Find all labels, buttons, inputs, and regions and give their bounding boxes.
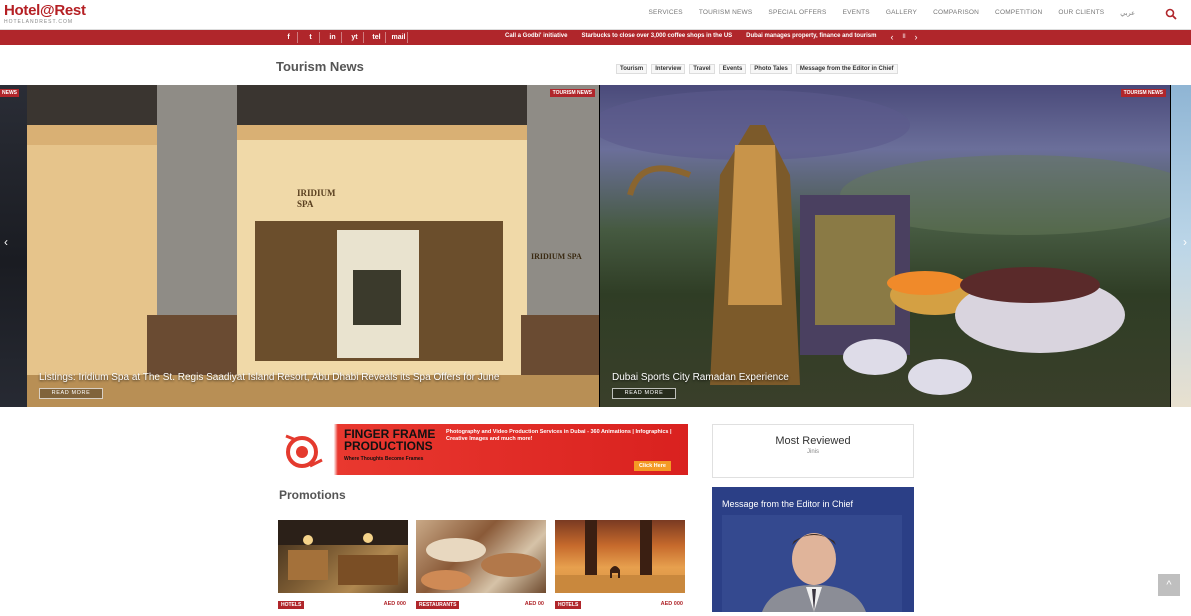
ticker-pause-icon[interactable]: II <box>900 31 908 43</box>
spa-photo <box>27 85 599 407</box>
slide-tag[interactable]: TOURISM NEWS <box>549 89 595 97</box>
tab-events[interactable]: Events <box>718 64 747 74</box>
slider-next-icon[interactable]: › <box>1183 235 1187 249</box>
promo-photo <box>421 538 541 590</box>
twitter-icon[interactable]: t <box>302 32 320 43</box>
promo-card[interactable] <box>278 520 408 593</box>
editor-portrait <box>722 515 902 612</box>
tab-tourism[interactable]: Tourism <box>616 64 648 74</box>
social-ticker-bar: f t in yt tel mail Call a Godbi' initiat… <box>0 30 1191 45</box>
tab-interview[interactable]: Interview <box>651 64 686 74</box>
logo-tagline: HOTELANDREST.COM <box>4 19 74 25</box>
ad-banner[interactable]: FINGER FRAME PRODUCTIONS Where Thoughts … <box>276 424 688 475</box>
ticker-prev-icon[interactable]: ‹ <box>888 31 896 43</box>
phone-icon[interactable]: tel <box>368 32 386 43</box>
tab-photo-tales[interactable]: Photo Tales <box>750 64 792 74</box>
slide-caption[interactable]: Listings: Iridium Spa at The St. Regis S… <box>39 372 499 383</box>
menu-item-gallery[interactable]: GALLERY <box>878 9 925 17</box>
promo-price: AED 000 <box>660 601 683 607</box>
promo-price: AED 000 <box>383 601 406 607</box>
slide-dubai-sports-city[interactable]: TOURISM NEWS Dubai Sports City Ramadan E… <box>600 85 1170 407</box>
menu-item-arabic[interactable]: عربي <box>1112 9 1143 17</box>
ad-description: Photography and Video Production Service… <box>446 429 672 442</box>
ticker-item[interactable]: Call a Godbi' initiative <box>505 33 567 39</box>
menu-item-special-offers[interactable]: SPECIAL OFFERS <box>760 9 834 17</box>
ticker-item[interactable]: Starbucks to close over 3,000 coffee sho… <box>581 33 732 39</box>
ad-title: FINGER FRAME PRODUCTIONS <box>344 427 436 453</box>
logo-text: Hotel@Rest <box>4 2 86 19</box>
slide-caption[interactable]: Dubai Sports City Ramadan Experience <box>612 372 789 383</box>
category-tabs: Tourism Interview Travel Events Photo Ta… <box>616 64 898 74</box>
most-reviewed-subtitle[interactable]: Jinis <box>713 449 913 455</box>
promo-footer: HOTELS AED 000 <box>278 599 408 611</box>
promo-tag[interactable]: RESTAURANTS <box>416 601 460 609</box>
camera-logo-icon <box>285 434 323 468</box>
menu-item-competition[interactable]: COMPETITION <box>987 9 1050 17</box>
tab-editor-message[interactable]: Message from the Editor in Chief <box>795 64 898 74</box>
site-logo[interactable]: Hotel@Rest HOTELANDREST.COM <box>4 3 94 27</box>
promo-photo <box>278 520 408 585</box>
menu-item-services[interactable]: SERVICES <box>640 9 690 17</box>
instagram-icon[interactable]: in <box>324 32 342 43</box>
slide-tag[interactable]: TOURISM NEWS <box>1120 89 1166 97</box>
most-reviewed-widget: Most Reviewed Jinis <box>712 424 914 478</box>
promo-tag[interactable]: HOTELS <box>555 601 582 609</box>
back-to-top-button[interactable]: ^ <box>1158 574 1180 596</box>
menu-item-tourism-news[interactable]: TOURISM NEWS <box>691 9 761 17</box>
slide-iridium-spa[interactable]: IRIDIUM SPA IRIDIUM SPA TOURISM NEWS Lis… <box>27 85 599 407</box>
promo-card[interactable] <box>555 520 685 593</box>
ticker-controls: ‹ II › <box>888 31 920 43</box>
most-reviewed-title: Most Reviewed <box>775 435 851 447</box>
slide-partial-left[interactable]: NEWS ‹ <box>0 85 27 407</box>
editor-message-widget[interactable]: Message from the Editor in Chief <box>712 487 914 612</box>
promo-photo <box>555 520 685 593</box>
top-navigation: Hotel@Rest HOTELANDREST.COM SERVICES TOU… <box>0 0 1191 30</box>
slider-prev-icon[interactable]: ‹ <box>4 235 8 249</box>
section-title: Tourism News <box>276 59 364 74</box>
ticker-item[interactable]: Dubai manages property, finance and tour… <box>746 33 876 39</box>
promo-footer: RESTAURANTS AED 00 <box>416 599 546 611</box>
facebook-icon[interactable]: f <box>280 32 298 43</box>
email-icon[interactable]: mail <box>390 32 408 43</box>
editor-photo <box>722 515 902 612</box>
spa-sign: IRIDIUM SPA <box>297 188 336 209</box>
youtube-icon[interactable]: yt <box>346 32 364 43</box>
read-more-button[interactable]: READ MORE <box>612 388 676 399</box>
ad-click-button[interactable]: Click Here <box>634 461 671 471</box>
promo-footer: HOTELS AED 000 <box>555 599 685 611</box>
promo-price: AED 00 <box>524 601 544 607</box>
search-icon[interactable] <box>1165 8 1177 20</box>
tab-travel[interactable]: Travel <box>689 64 715 74</box>
ad-subtitle: Where Thoughts Become Frames <box>344 456 424 462</box>
menu-item-our-clients[interactable]: OUR CLIENTS <box>1050 9 1112 17</box>
promotions-title: Promotions <box>279 488 346 502</box>
menu-item-comparison[interactable]: COMPARISON <box>925 9 987 17</box>
promo-card[interactable] <box>416 520 546 593</box>
social-links: f t in yt tel mail <box>280 32 408 43</box>
slide-partial-right[interactable]: › <box>1171 85 1191 407</box>
editor-message-title: Message from the Editor in Chief <box>722 499 854 509</box>
news-ticker: Call a Godbi' initiative Starbucks to cl… <box>505 33 876 39</box>
menu-item-events[interactable]: EVENTS <box>835 9 878 17</box>
news-slider: NEWS ‹ IRIDIUM SPA IRIDIUM SPA TOURISM N… <box>0 85 1191 407</box>
dubai-photo <box>600 90 1170 395</box>
slide-tag: NEWS <box>0 89 19 97</box>
spa-sign-side: IRIDIUM SPA <box>531 252 582 261</box>
promo-tag[interactable]: HOTELS <box>278 601 305 609</box>
read-more-button[interactable]: READ MORE <box>39 388 103 399</box>
ticker-next-icon[interactable]: › <box>912 31 920 43</box>
main-menu: SERVICES TOURISM NEWS SPECIAL OFFERS EVE… <box>640 9 1143 17</box>
